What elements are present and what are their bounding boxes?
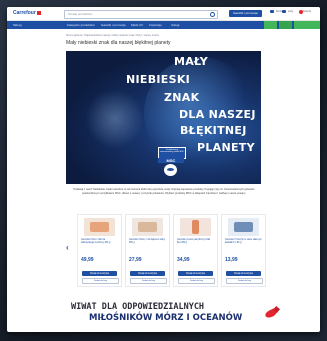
nav-item-promotions[interactable]: Gazetki i promocje (101, 23, 126, 27)
nav-green-tab[interactable] (264, 21, 277, 29)
breadcrumb[interactable]: Strona główna / Odpowiedzialne zakupy / … (66, 34, 159, 37)
add-to-list-button[interactable]: Dodaj do listy (178, 278, 215, 284)
fish-shoal-graphic (84, 89, 146, 149)
hero-headline-4: DLA NASZEJ (179, 108, 256, 121)
footer-banner-line-1: WIWAT DLA ODPOWIEDZIALNYCH (71, 302, 205, 312)
product-price: 13,99 (225, 257, 238, 263)
add-to-list-label: Dodaj do listy (189, 279, 204, 282)
product-name[interactable]: Carrefour Łosoś pacyficzny dziki filet 2… (177, 239, 214, 245)
msc-label: MSC (166, 158, 176, 163)
product-card[interactable]: Carrefour Filet z dorsza atlantyckiego m… (77, 214, 122, 287)
logo-mark-icon (36, 10, 41, 15)
add-to-cart-button[interactable]: Dodaj do koszyka (130, 271, 165, 276)
product-name[interactable]: Carrefour Tuńczyk w sosie własnym kawałk… (225, 239, 262, 245)
msc-caption: Certyfikowany zrównoważony połów MSC (159, 149, 184, 154)
footer-banner-line-2: MIŁOŚNIKÓW MÓRZ I OCEANÓW (89, 313, 243, 323)
hero-headline-6: PLANETY (197, 141, 255, 154)
carousel-prev-button[interactable]: ‹ (66, 243, 69, 252)
product-card[interactable]: Carrefour Łosoś pacyficzny dziki filet 2… (173, 214, 218, 287)
main-navigation: Sklepy Kategorie produktów Gazetki i pro… (7, 21, 320, 29)
hero-headline-1: MAŁY (174, 55, 208, 68)
user-icon[interactable]: Konto (269, 10, 283, 15)
hero-headline-5: BŁĘKITNEJ (180, 124, 247, 137)
search-input[interactable]: Szukaj produktów... (64, 10, 218, 19)
product-image[interactable] (132, 218, 163, 236)
nav-green-tab-2[interactable] (279, 21, 292, 29)
product-price: 49,99 (81, 257, 94, 263)
add-to-list-label: Dodaj do listy (141, 279, 156, 282)
product-card[interactable]: Carrefour Filety z mintaja bez skóry 500… (125, 214, 170, 287)
nav-item-services[interactable]: Usługi (171, 23, 179, 27)
search-placeholder: Szukaj produktów... (68, 12, 95, 16)
product-image-shape (234, 222, 253, 232)
hero-headline-3: ZNAK (164, 91, 200, 104)
product-image[interactable] (228, 218, 259, 236)
nav-item-inspirations[interactable]: Inspiracje (149, 23, 162, 27)
carrefour-logo[interactable]: Carrefour (13, 10, 41, 16)
product-image[interactable] (180, 218, 211, 236)
product-image-shape (90, 222, 109, 232)
add-to-list-button[interactable]: Dodaj do listy (226, 278, 263, 284)
product-price: 27,99 (129, 257, 142, 263)
add-to-cart-button[interactable]: Dodaj do koszyka (226, 271, 261, 276)
search-icon[interactable] (210, 12, 215, 17)
add-to-cart-button[interactable]: Dodaj do koszyka (82, 271, 117, 276)
add-to-list-button[interactable]: Dodaj do listy (130, 278, 167, 284)
cart-label: Koszyk (303, 10, 312, 13)
cart-link[interactable]: Koszyk (303, 10, 312, 15)
add-to-cart-label: Dodaj do koszyka (234, 272, 253, 275)
msc-label-box: MSC (158, 158, 184, 163)
hero-banner: MAŁY NIEBIESKI ZNAK DLA NASZEJ BŁĘKITNEJ… (66, 51, 261, 184)
nav-green-tab-3[interactable] (294, 21, 320, 29)
product-card[interactable]: Carrefour Tuńczyk w sosie własnym kawałk… (221, 214, 266, 287)
intro-description: Poławiaj z nami! Niebieskie znaki Carref… (73, 188, 255, 195)
top-header: Carrefour Szukaj produktów... Gazetki i … (7, 7, 320, 21)
nav-item-brands[interactable]: Marki CF (131, 23, 143, 27)
add-to-cart-label: Dodaj do koszyka (138, 272, 157, 275)
page-title: Mały niebieski znak dla naszej błękitnej… (66, 40, 171, 46)
add-to-cart-button[interactable]: Dodaj do koszyka (178, 271, 213, 276)
product-image-shape (192, 220, 199, 234)
add-to-list-button[interactable]: Dodaj do listy (82, 278, 119, 284)
browser-page: Carrefour Szukaj produktów... Gazetki i … (7, 7, 320, 332)
product-price: 34,99 (177, 257, 190, 263)
nav-item-categories[interactable]: Kategorie produktów (67, 23, 95, 27)
product-image-shape (138, 222, 157, 232)
heart-icon[interactable]: Listy (281, 10, 293, 15)
add-to-list-label: Dodaj do listy (93, 279, 108, 282)
nav-item-stores[interactable]: Sklepy (13, 23, 22, 27)
promotions-button-label: Gazetki i promocje (233, 11, 258, 15)
product-image[interactable] (84, 218, 115, 236)
add-to-cart-label: Dodaj do koszyka (90, 272, 109, 275)
heart-icon-glyph (282, 10, 286, 13)
hero-headline-2: NIEBIESKI (126, 73, 191, 86)
user-icon-glyph (270, 10, 274, 13)
msc-badge: Certyfikowany zrównoważony połów MSC MSC (158, 147, 186, 177)
logo-text: Carrefour (13, 10, 36, 16)
product-name[interactable]: Carrefour Filet z dorsza atlantyckiego m… (81, 239, 118, 245)
msc-fish-icon (167, 168, 174, 171)
red-fish-icon (264, 305, 281, 321)
add-to-list-label: Dodaj do listy (237, 279, 252, 282)
promotions-button[interactable]: Gazetki i promocje (229, 10, 262, 17)
lists-label: Listy (288, 10, 294, 13)
product-name[interactable]: Carrefour Filety z mintaja bez skóry 500… (129, 239, 166, 245)
add-to-cart-label: Dodaj do koszyka (186, 272, 205, 275)
msc-logo-icon (164, 164, 177, 176)
